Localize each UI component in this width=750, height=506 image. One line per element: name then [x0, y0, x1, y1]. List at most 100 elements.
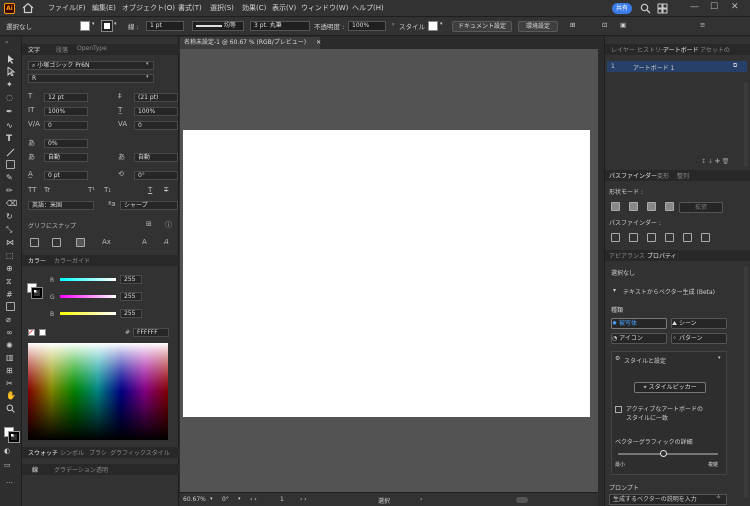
share-button[interactable]: 共有: [612, 3, 632, 14]
shape-builder-icon[interactable]: ⊕: [6, 264, 15, 273]
menu-object[interactable]: オブジェクト(O): [122, 3, 175, 13]
g-slider[interactable]: [60, 295, 116, 298]
pen-icon[interactable]: ✒: [6, 107, 15, 116]
brush-definition[interactable]: 3 pt. 丸筆: [250, 21, 310, 31]
hand-icon[interactable]: ✋: [6, 391, 16, 400]
more-tools-icon[interactable]: …: [6, 477, 13, 485]
tab-assets[interactable]: アセットの: [700, 45, 730, 54]
chevron-down-icon[interactable]: ▾: [238, 496, 241, 502]
vertical-scrollbar[interactable]: [744, 83, 748, 167]
color-stroke-swatch[interactable]: [31, 287, 43, 299]
trim-icon[interactable]: [629, 233, 638, 242]
menu-select[interactable]: 選択(S): [210, 3, 234, 13]
menu-type[interactable]: 書式(T): [178, 3, 202, 13]
preferences-button[interactable]: 環境設定: [518, 21, 558, 32]
artboard-nav-prev-icon[interactable]: ‹ ‹: [250, 496, 257, 503]
g-field[interactable]: 255: [120, 292, 142, 301]
b-field[interactable]: 255: [120, 309, 142, 318]
color-spectrum[interactable]: [28, 343, 168, 440]
snap-anchor-icon[interactable]: A: [164, 238, 169, 246]
strikethrough-icon[interactable]: T: [164, 186, 168, 194]
blend-icon[interactable]: ∞: [6, 328, 15, 337]
leading-field[interactable]: (21 pt): [134, 93, 178, 102]
tab-character[interactable]: 文字: [28, 45, 40, 54]
symbol-sprayer-icon[interactable]: ✺: [6, 341, 15, 350]
artboard[interactable]: [183, 130, 590, 417]
crop-icon[interactable]: [665, 233, 674, 242]
graphic-style-swatch[interactable]: [428, 21, 438, 31]
artboard-options-icon[interactable]: ⧉: [733, 62, 737, 70]
screen-mode-icon[interactable]: ▭: [4, 461, 11, 469]
lasso-icon[interactable]: ◌: [6, 93, 15, 102]
snap-angular-icon[interactable]: A: [142, 238, 147, 246]
tab-color-guide[interactable]: カラーガイド: [54, 256, 90, 265]
width-icon[interactable]: ⋈: [6, 238, 15, 247]
menu-view[interactable]: 表示(V): [272, 3, 296, 13]
tab-paragraph[interactable]: 段落: [56, 45, 68, 54]
chevron-down-icon[interactable]: ▾: [210, 496, 213, 502]
chevron-down-icon[interactable]: ▾: [440, 21, 443, 27]
rotation-value[interactable]: 0°: [222, 496, 229, 503]
document-setup-button[interactable]: ドキュメント設定: [452, 21, 512, 32]
style-picker-button[interactable]: ⌖ スタイルピッカー: [634, 382, 706, 393]
arrange-documents-icon[interactable]: [657, 3, 668, 14]
font-style-field[interactable]: R: [28, 74, 154, 83]
tab-stroke[interactable]: 線: [32, 465, 38, 474]
sparkle-icon[interactable]: ✧: [716, 494, 721, 501]
detail-slider[interactable]: [618, 450, 718, 457]
tsume-field[interactable]: 0%: [44, 139, 88, 148]
unite-icon[interactable]: [611, 202, 620, 211]
gradient-icon[interactable]: [6, 302, 15, 311]
stroke-weight-field[interactable]: 1 pt: [146, 21, 184, 31]
info-icon[interactable]: ⓘ: [165, 220, 172, 230]
close-button[interactable]: ✕: [731, 2, 739, 12]
snap-glyph-bounds-icon[interactable]: [76, 238, 85, 247]
align-icon[interactable]: ⊞: [570, 21, 575, 29]
r-slider[interactable]: [60, 278, 116, 281]
status-menu-icon[interactable]: ›: [420, 496, 422, 503]
panel-menu-icon[interactable]: ≡: [700, 21, 705, 29]
vertical-scale-field[interactable]: 100%: [44, 107, 88, 116]
font-family-field[interactable]: ⌕ 小塚ゴシック Pr6N: [28, 61, 154, 70]
white-swatch[interactable]: [39, 329, 46, 336]
kerning-field[interactable]: 0: [44, 121, 88, 130]
aki-left-field[interactable]: 自動: [44, 153, 88, 162]
tab-brushes[interactable]: ブラシ: [89, 448, 107, 457]
artboard-nav-next-icon[interactable]: › ›: [300, 496, 307, 503]
menu-effect[interactable]: 効果(C): [242, 3, 266, 13]
small-caps-icon[interactable]: Tr: [44, 186, 50, 194]
menu-window[interactable]: ウィンドウ(W): [301, 3, 348, 13]
aki-right-field[interactable]: 自動: [134, 153, 178, 162]
chevron-down-icon[interactable]: ▾: [114, 21, 117, 27]
type-subject-button[interactable]: ✸ 被写体: [611, 318, 667, 329]
baseline-field[interactable]: 0 pt: [44, 171, 88, 180]
chevron-down-icon[interactable]: ▾: [92, 21, 95, 27]
close-tab-icon[interactable]: ✕: [316, 39, 321, 46]
zoom-level[interactable]: 60.67%: [183, 496, 206, 503]
tab-transform[interactable]: 変形: [657, 171, 669, 180]
magic-wand-icon[interactable]: ✦: [6, 80, 15, 89]
variable-width-profile[interactable]: 均等: [192, 21, 244, 31]
transform-icon[interactable]: ⊡: [602, 21, 607, 29]
tab-layers[interactable]: レイヤー: [611, 45, 635, 54]
match-artboard-checkbox[interactable]: [615, 406, 622, 413]
paintbrush-icon[interactable]: ✎: [6, 173, 15, 182]
menu-help[interactable]: ヘルプ(H): [352, 3, 384, 13]
menu-edit[interactable]: 編集(E): [92, 3, 116, 13]
outline-icon[interactable]: [683, 233, 692, 242]
chevron-down-icon[interactable]: ▾: [718, 355, 721, 361]
tab-gradient[interactable]: グラデーション: [54, 465, 96, 474]
type-icon[interactable]: T: [6, 135, 15, 144]
graph-icon[interactable]: ▥: [6, 353, 15, 362]
tab-color[interactable]: カラー: [28, 256, 46, 265]
zoom-icon[interactable]: [6, 404, 15, 413]
maximize-button[interactable]: ☐: [710, 2, 718, 12]
direct-selection-tool[interactable]: [6, 65, 16, 77]
fill-swatch[interactable]: [80, 21, 90, 31]
collapse-icon[interactable]: »: [5, 39, 9, 46]
eyedropper-icon[interactable]: ⌀: [6, 315, 15, 324]
stroke-swatch[interactable]: [101, 20, 113, 32]
pencil-icon[interactable]: ✏: [6, 186, 15, 195]
snap-proximity-icon[interactable]: Ax: [102, 238, 111, 246]
hex-field[interactable]: FFFFFF: [133, 328, 169, 337]
